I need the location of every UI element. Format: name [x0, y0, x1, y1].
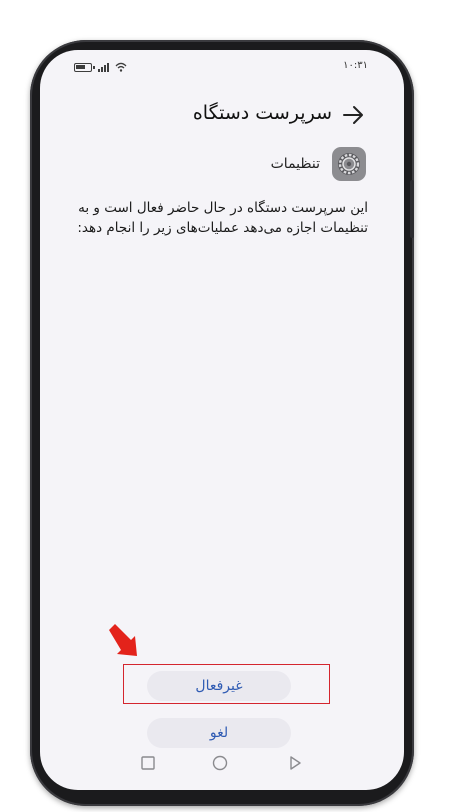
- nav-home-icon[interactable]: [211, 754, 229, 772]
- status-icons: [74, 62, 127, 72]
- pointer-arrow-icon: [109, 624, 137, 656]
- highlight-annotation-box: [123, 664, 330, 704]
- nav-back-icon[interactable]: [286, 754, 304, 772]
- app-name: تنظیمات: [270, 156, 320, 172]
- app-row: تنظیمات: [271, 146, 366, 182]
- admin-description: این سرپرست دستگاه در حال حاضر فعال است و…: [77, 200, 368, 236]
- navigation-bar: [40, 748, 404, 778]
- back-arrow-icon[interactable]: [340, 102, 366, 128]
- cancel-button[interactable]: لغو: [147, 718, 291, 748]
- status-time: ۱۰:۳۱: [343, 60, 368, 71]
- phone-side-button: [410, 180, 414, 238]
- page-title: سرپرست دستگاه: [192, 102, 332, 124]
- status-bar: ۱۰:۳۱: [40, 50, 404, 86]
- page-header: سرپرست دستگاه: [40, 96, 404, 136]
- wifi-icon: [115, 62, 127, 72]
- signal-icon: [98, 62, 109, 72]
- settings-gear-icon: [332, 147, 366, 181]
- nav-recent-icon[interactable]: [139, 754, 157, 772]
- battery-icon: [74, 62, 95, 72]
